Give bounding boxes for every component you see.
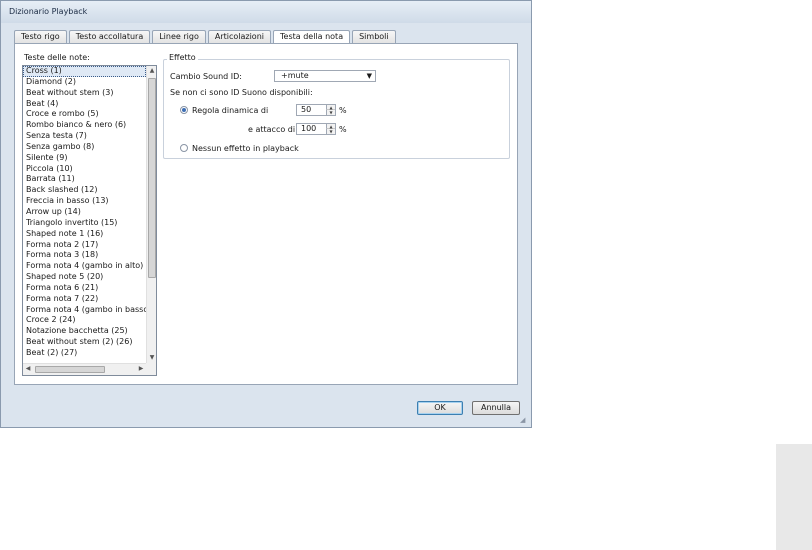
list-item[interactable]: Piccola (10) xyxy=(23,164,146,175)
dynamics-spinner[interactable]: 50 ▲ ▼ xyxy=(296,104,336,116)
tab-simboli[interactable]: Simboli xyxy=(352,30,396,43)
list-item[interactable]: Forma nota 2 (17) xyxy=(23,240,146,251)
no-effect-radio[interactable] xyxy=(180,144,188,152)
list-item[interactable]: Forma nota 4 (gambo in alto) (19) xyxy=(23,261,146,272)
chevron-down-icon: ▼ xyxy=(366,72,372,80)
attack-spinner[interactable]: 100 ▲ ▼ xyxy=(296,123,336,135)
fallback-label: Se non ci sono ID Suono disponibili: xyxy=(170,88,313,97)
list-item[interactable]: Beat without stem (3) xyxy=(23,88,146,99)
vertical-scroll-thumb[interactable] xyxy=(148,78,156,278)
tab-articolazioni[interactable]: Articolazioni xyxy=(207,30,271,43)
list-item[interactable]: Diamond (2) xyxy=(23,77,146,88)
list-item[interactable]: Forma nota 3 (18) xyxy=(23,250,146,261)
tab-bar: Testo rigo Testo accollatura Linee rigo … xyxy=(14,30,398,44)
list-item[interactable]: Cross (1) xyxy=(23,66,146,77)
horizontal-scroll-thumb[interactable] xyxy=(35,366,105,373)
sound-id-value: +mute xyxy=(281,71,309,80)
list-item[interactable]: Triangolo invertito (15) xyxy=(23,218,146,229)
list-item[interactable]: Beat (4) xyxy=(23,99,146,110)
list-item[interactable]: Senza testa (7) xyxy=(23,131,146,142)
dynamics-percent: % xyxy=(339,106,347,115)
dynamics-label: Regola dinamica di xyxy=(192,106,269,115)
list-item[interactable]: Forma nota 7 (22) xyxy=(23,294,146,305)
scroll-left-icon[interactable]: ◀ xyxy=(23,364,33,374)
list-item[interactable]: Croce e rombo (5) xyxy=(23,109,146,120)
dynamics-value: 50 xyxy=(301,105,312,114)
list-item[interactable]: Shaped note 1 (16) xyxy=(23,229,146,240)
scroll-right-icon[interactable]: ▶ xyxy=(136,364,146,374)
vertical-scrollbar[interactable]: ▲ ▼ xyxy=(146,66,156,363)
ok-button[interactable]: OK xyxy=(417,401,463,415)
noteheads-list: Cross (1) Diamond (2) Beat without stem (3… xyxy=(23,66,146,363)
list-item[interactable]: Freccia in basso (13) xyxy=(23,196,146,207)
tab-linee-rigo[interactable]: Linee rigo xyxy=(152,30,206,43)
cancel-button[interactable]: Annulla xyxy=(472,401,520,415)
list-item[interactable]: Shaped note 5 (20) xyxy=(23,272,146,283)
attack-percent: % xyxy=(339,125,347,134)
attack-value: 100 xyxy=(301,124,317,133)
scrollbar-corner xyxy=(146,363,156,375)
list-item[interactable]: Notazione bacchetta (25) xyxy=(23,326,146,337)
decrement-icon[interactable]: ▼ xyxy=(326,110,335,115)
sound-id-select[interactable]: +mute ▼ xyxy=(274,70,376,82)
dynamics-radio[interactable] xyxy=(180,106,188,114)
window-title: Dizionario Playback xyxy=(1,1,531,23)
tab-testo-accollatura[interactable]: Testo accollatura xyxy=(68,30,151,43)
no-effect-label: Nessun effetto in playback xyxy=(192,144,299,153)
effect-group-legend: Effetto xyxy=(167,53,198,62)
list-item[interactable]: Forma nota 6 (21) xyxy=(23,283,146,294)
list-item[interactable]: Back slashed (12) xyxy=(23,185,146,196)
tab-testo-rigo[interactable]: Testo rigo xyxy=(14,30,67,43)
list-item[interactable]: Arrow up (14) xyxy=(23,207,146,218)
noteheads-listbox[interactable]: Cross (1) Diamond (2) Beat without stem (3… xyxy=(22,65,157,376)
tab-testa-della-nota[interactable]: Testa della nota xyxy=(273,30,351,44)
horizontal-scrollbar[interactable]: ◀ ▶ xyxy=(23,363,156,375)
list-item[interactable]: Beat without stem (2) (26) xyxy=(23,337,146,348)
list-item[interactable]: Silente (9) xyxy=(23,153,146,164)
list-item[interactable]: Rombo bianco & nero (6) xyxy=(23,120,146,131)
list-item[interactable]: Barrata (11) xyxy=(23,174,146,185)
list-item[interactable]: Croce 2 (24) xyxy=(23,315,146,326)
list-item[interactable]: Forma nota 4 (gambo in basso) (2 xyxy=(23,305,146,316)
scroll-down-icon[interactable]: ▼ xyxy=(147,353,156,363)
attack-label: e attacco di xyxy=(248,125,296,134)
sound-id-label: Cambio Sound ID: xyxy=(170,72,242,81)
scroll-up-icon[interactable]: ▲ xyxy=(147,66,156,76)
page-side-tab xyxy=(776,444,812,550)
noteheads-list-label: Teste delle note: xyxy=(24,53,90,62)
decrement-icon[interactable]: ▼ xyxy=(326,129,335,134)
list-item[interactable]: Senza gambo (8) xyxy=(23,142,146,153)
list-item[interactable]: Beat (2) (27) xyxy=(23,348,146,359)
resize-grip-icon[interactable]: ◢ xyxy=(520,416,528,424)
